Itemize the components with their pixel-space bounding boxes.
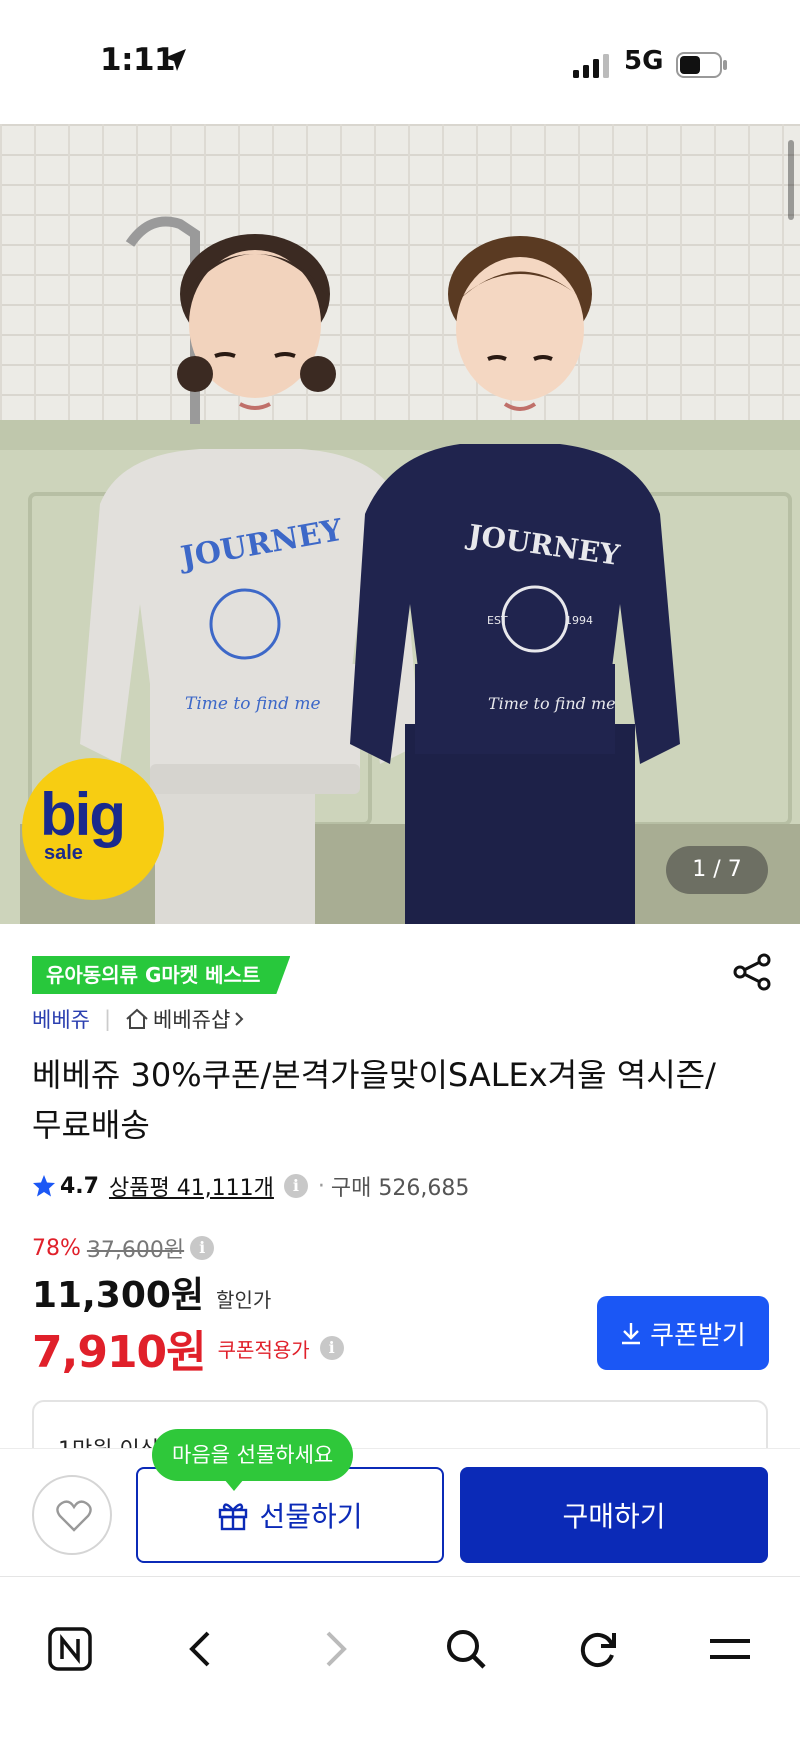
rating-row: 4.7 상품평 41,111개 i · 구매 526,685: [32, 1170, 469, 1202]
coupon-download-button[interactable]: 쿠폰받기: [597, 1296, 769, 1370]
coupon-button-label: 쿠폰받기: [650, 1320, 746, 1351]
badge-sale-text: sale: [44, 842, 83, 864]
sale-price-row: 11,300원 할인가: [32, 1266, 271, 1318]
discount-rate: 78%: [32, 1235, 81, 1261]
big-sale-badge: big sale: [22, 758, 164, 900]
original-price: 37,600원: [86, 1238, 185, 1263]
buy-button[interactable]: 구매하기: [460, 1467, 768, 1563]
review-count-link[interactable]: 상품평 41,111개: [109, 1170, 274, 1202]
browser-toolbar: [0, 1576, 800, 1740]
review-info-icon[interactable]: i: [283, 1174, 308, 1198]
back-arrow-icon[interactable]: [178, 1625, 226, 1673]
coupon-price: 7,910원: [32, 1327, 207, 1378]
sale-price-label: 할인가: [216, 1288, 272, 1312]
search-icon[interactable]: [442, 1625, 490, 1673]
network-type: 5G: [624, 46, 664, 76]
gift-tooltip: 마음을 선물하세요: [152, 1429, 354, 1491]
product-title: 베베쥬 30%쿠폰/본격가을맞이SALEx겨울 역시즌/무료배송: [32, 1056, 716, 1144]
cellular-signal-icon: [573, 54, 609, 78]
naver-home-icon[interactable]: [46, 1625, 94, 1673]
badge-big-text: big: [40, 781, 126, 848]
price-info-icon[interactable]: i: [190, 1236, 215, 1260]
reload-icon[interactable]: [574, 1625, 622, 1673]
gift-button-label: 선물하기: [259, 1500, 363, 1533]
product-image-gallery[interactable]: JOURNEY Time to find me JOURNEY EST 1994…: [0, 124, 800, 924]
download-icon: [622, 1323, 641, 1345]
best-seller-tag[interactable]: 유아동의류 G마켓 베스트: [32, 956, 290, 994]
gift-icon: [219, 1503, 248, 1531]
image-counter: 1 / 7: [666, 846, 768, 894]
home-icon: [126, 1008, 148, 1029]
svg-text:Time to find me: Time to find me: [488, 694, 616, 713]
status-bar: 1:11 5G: [0, 0, 800, 124]
sale-price: 11,300원: [32, 1275, 205, 1316]
share-icon[interactable]: [730, 950, 774, 994]
page-scrollbar[interactable]: [788, 140, 794, 220]
menu-icon[interactable]: [706, 1625, 754, 1673]
forward-arrow-icon[interactable]: [310, 1625, 358, 1673]
heart-icon: [56, 1500, 92, 1532]
dot-separator: ·: [317, 1173, 325, 1199]
chevron-right-icon: [235, 1012, 244, 1026]
coupon-price-label: 쿠폰적용가: [217, 1337, 310, 1362]
star-icon: [33, 1175, 55, 1197]
coupon-info-icon[interactable]: i: [319, 1336, 344, 1360]
battery-icon: [676, 52, 727, 78]
discount-row: 78% 37,600원 i: [32, 1232, 215, 1264]
shop-link[interactable]: 베베쥬샵: [125, 1004, 250, 1034]
brand-row: 베베쥬 | 베베쥬샵: [32, 1004, 250, 1034]
purchase-count: 구매 526,685: [330, 1176, 470, 1201]
rating-value: 4.7: [60, 1173, 99, 1199]
wishlist-button[interactable]: [32, 1475, 112, 1555]
brand-divider: |: [103, 1007, 112, 1031]
svg-text:Time to find me: Time to find me: [185, 694, 321, 714]
svg-text:EST: EST: [487, 614, 508, 627]
location-arrow-icon: [164, 49, 186, 71]
gift-button[interactable]: 선물하기: [136, 1467, 444, 1563]
brand-link[interactable]: 베베쥬: [32, 1004, 90, 1034]
coupon-price-row: 7,910원 쿠폰적용가 i: [32, 1316, 344, 1380]
purchase-action-bar: 선물하기 구매하기 마음을 선물하세요: [0, 1429, 800, 1576]
buy-button-label: 구매하기: [562, 1500, 666, 1533]
svg-text:1994: 1994: [565, 614, 593, 627]
shop-name: 베베쥬샵: [153, 1008, 231, 1032]
